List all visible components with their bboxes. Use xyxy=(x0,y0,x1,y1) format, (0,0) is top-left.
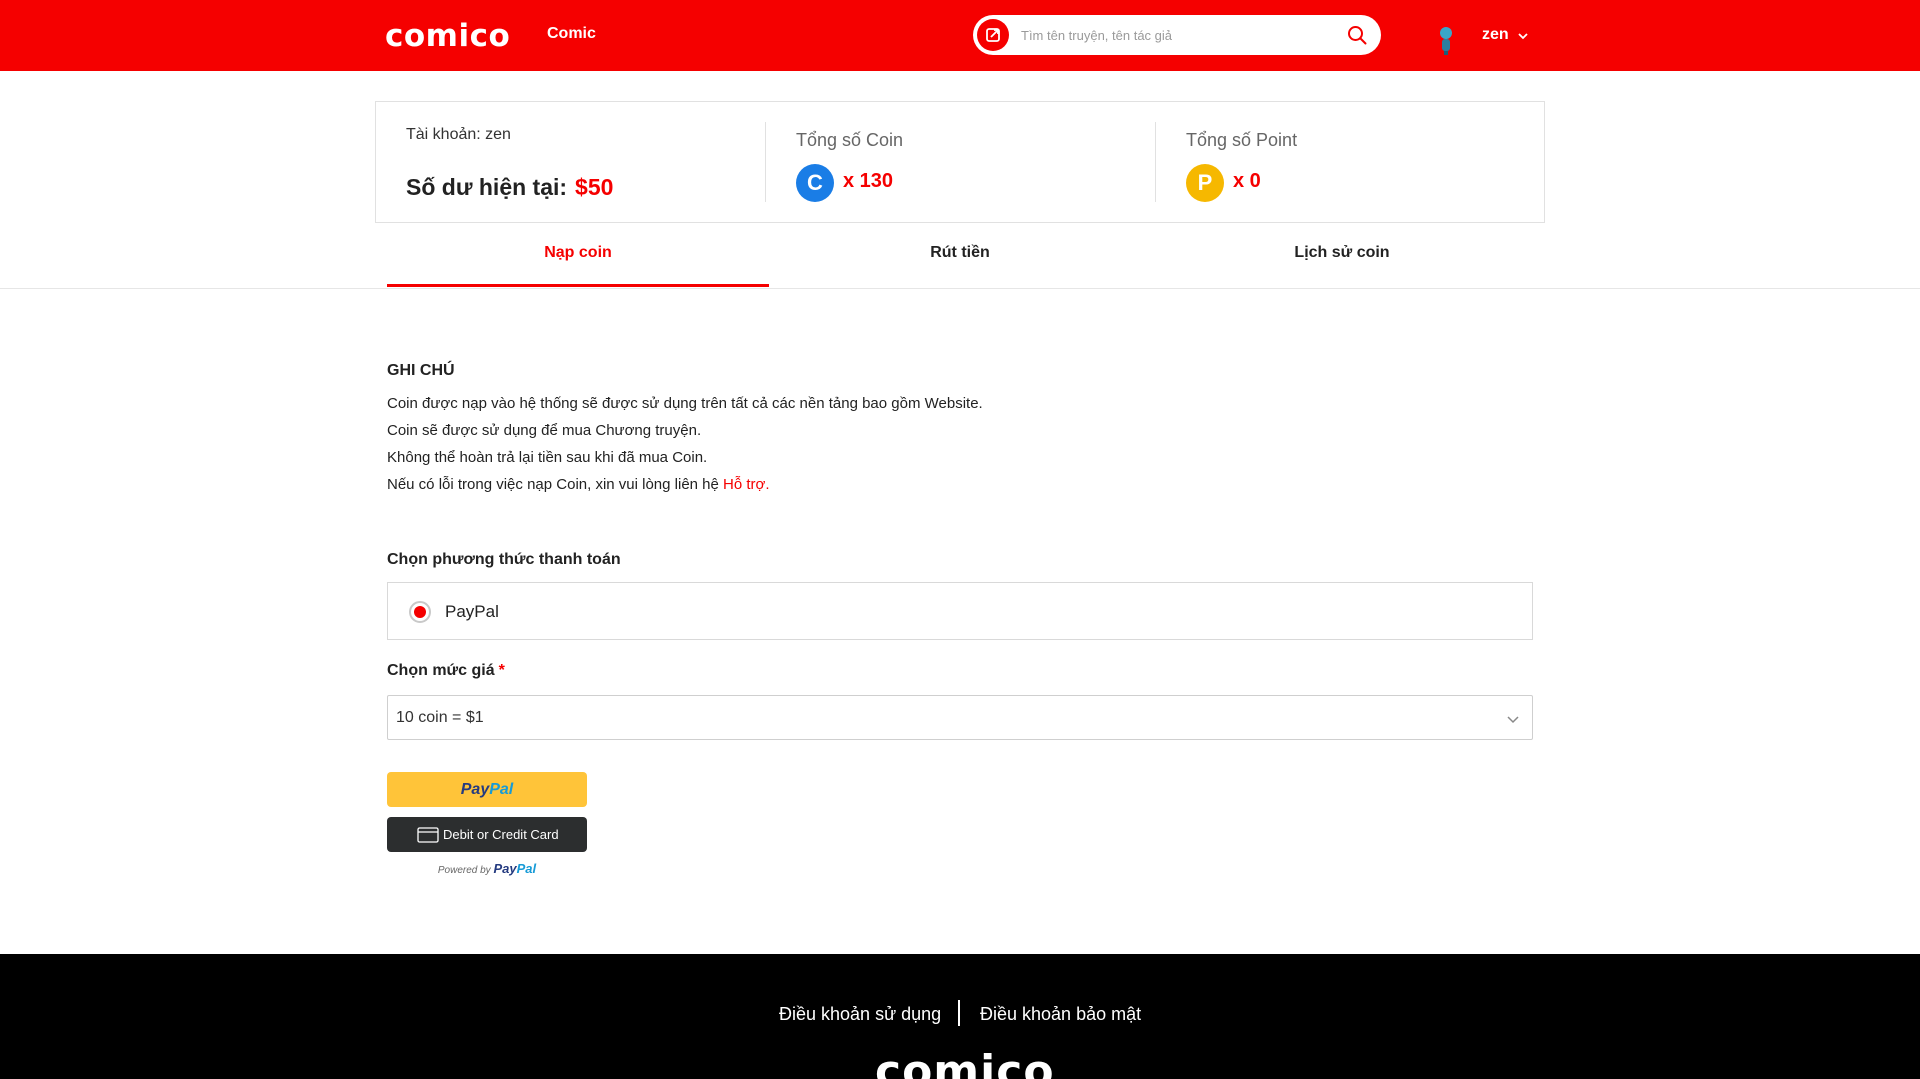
price-label-text: Chọn mức giá xyxy=(387,662,495,679)
comico-logo[interactable]: comico xyxy=(385,18,510,54)
account-name: Tài khoản: zen xyxy=(406,126,511,143)
note-line: Coin được nạp vào hệ thống sẽ được sử dụ… xyxy=(387,395,983,412)
tab-nap-coin[interactable]: Nạp coin xyxy=(387,244,769,262)
summary-divider xyxy=(765,122,766,202)
note-line-text: Nếu có lỗi trong việc nạp Coin, xin vui … xyxy=(387,476,724,493)
paypal-button[interactable]: PayPal xyxy=(387,772,587,807)
powered-logo-pal: Pal xyxy=(516,861,537,876)
price-selected-value: 10 coin = $1 xyxy=(396,709,484,726)
price-label: Chọn mức giá * xyxy=(387,662,505,680)
paypal-radio[interactable] xyxy=(409,601,431,623)
powered-paypal-logo: PayPal xyxy=(493,861,536,876)
external-link-icon[interactable] xyxy=(977,19,1009,51)
price-select[interactable]: 10 coin = $1 xyxy=(387,695,1533,740)
paypal-logo-pay: Pay xyxy=(460,781,490,798)
debit-credit-card-button[interactable]: Debit or Credit Card xyxy=(387,817,587,852)
footer-comico-logo: comico xyxy=(875,1046,1055,1079)
powered-by-text: Powered by xyxy=(437,865,491,876)
summary-divider xyxy=(1155,122,1156,202)
radio-selected-dot xyxy=(414,606,426,618)
balance-label: Số dư hiện tại: xyxy=(406,174,568,200)
avatar[interactable] xyxy=(1436,24,1456,56)
search-input[interactable] xyxy=(1021,15,1331,55)
coin-total-label: Tổng số Coin xyxy=(796,130,904,150)
footer: Điều khoản sử dụng Điều khoản bảo mật co… xyxy=(0,954,1920,1079)
tabs-divider xyxy=(0,288,1920,289)
point-icon: P xyxy=(1186,164,1224,202)
nav-comic-link[interactable]: Comic xyxy=(547,25,596,43)
privacy-policy-link[interactable]: Điều khoản bảo mật xyxy=(980,1004,1141,1025)
point-total-label: Tổng số Point xyxy=(1186,130,1298,150)
powered-logo-pay: Pay xyxy=(493,861,517,876)
credit-card-icon xyxy=(417,827,439,843)
tab-rut-tien[interactable]: Rút tiền xyxy=(769,244,1151,262)
paypal-logo-pal: Pal xyxy=(489,781,514,798)
point-total-value: x 0 xyxy=(1233,170,1261,192)
note-line: Coin sẽ được sử dụng để mua Chương truyệ… xyxy=(387,422,702,439)
tab-lich-su-coin[interactable]: Lịch sử coin xyxy=(1151,244,1533,262)
search-icon[interactable] xyxy=(1347,25,1367,45)
notes-title: GHI CHÚ xyxy=(387,362,455,379)
footer-divider xyxy=(958,1000,960,1026)
required-mark: * xyxy=(498,662,505,679)
current-balance: Số dư hiện tại: $50 xyxy=(406,174,613,201)
powered-by-paypal: Powered by PayPal xyxy=(387,861,587,876)
note-line: Không thể hoàn trả lại tiền sau khi đã m… xyxy=(387,449,708,466)
support-link[interactable]: Hỗ trợ. xyxy=(723,476,770,493)
coin-icon: C xyxy=(796,164,834,202)
search-bar xyxy=(973,15,1381,55)
active-tab-underline xyxy=(387,284,769,287)
payment-method-name: PayPal xyxy=(445,602,499,621)
top-header: comico Comic zen xyxy=(0,0,1920,71)
coin-total-value: x 130 xyxy=(843,170,894,192)
balance-value: $50 xyxy=(575,174,614,200)
payment-option-paypal[interactable]: PayPal xyxy=(387,582,1533,640)
payment-method-label: Chọn phương thức thanh toán xyxy=(387,551,621,568)
account-summary: Tài khoản: zen Số dư hiện tại: $50 Tổng s… xyxy=(375,101,1545,223)
chevron-down-icon[interactable] xyxy=(1517,29,1529,41)
card-button-label: Debit or Credit Card xyxy=(443,827,559,842)
chevron-down-icon xyxy=(1506,712,1520,726)
terms-of-use-link[interactable]: Điều khoản sử dụng xyxy=(779,1004,941,1025)
note-line: Nếu có lỗi trong việc nạp Coin, xin vui … xyxy=(387,476,770,493)
user-name[interactable]: zen xyxy=(1482,26,1509,44)
